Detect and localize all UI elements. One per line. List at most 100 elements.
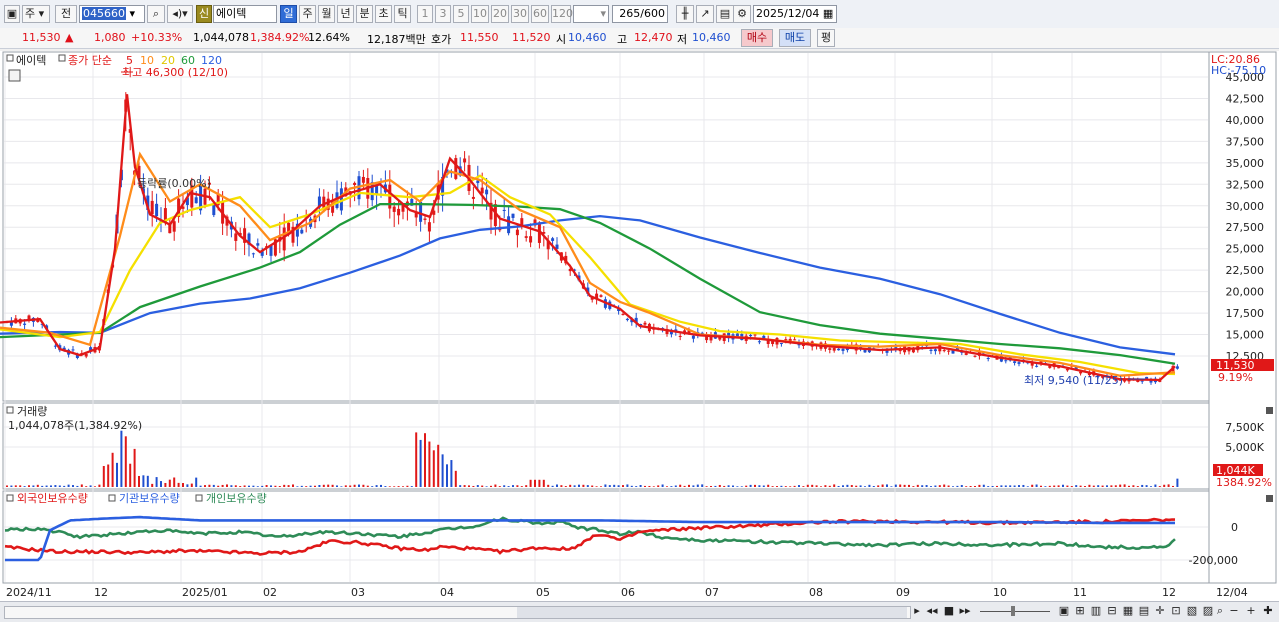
volume-bar xyxy=(94,486,96,487)
price-chart-svg[interactable]: 45,00042,50040,00037,50035,00032,50030,0… xyxy=(0,51,1279,601)
volume-bar xyxy=(811,484,814,487)
volume-bar xyxy=(133,448,136,487)
candle-body xyxy=(502,209,506,211)
stock-code-input[interactable]: 045660 ▾ xyxy=(79,5,145,23)
candle-body xyxy=(511,213,515,218)
zoom-search-icon[interactable]: ⌕ xyxy=(1213,604,1227,618)
candle-body xyxy=(678,335,682,337)
period-month-button[interactable]: 월 xyxy=(318,5,335,23)
settings-gear-icon[interactable]: ⚙ xyxy=(733,5,751,23)
candle-body xyxy=(476,180,480,184)
volume-bar xyxy=(138,475,140,487)
period-week-button[interactable]: 주 xyxy=(299,5,316,23)
interval-5-button[interactable]: 5 xyxy=(453,5,469,23)
table-icon[interactable]: ▤ xyxy=(1137,604,1151,618)
price-change-pct: +10.33% xyxy=(131,31,183,44)
volume-bar xyxy=(349,485,352,487)
period-tick-button[interactable]: 틱 xyxy=(394,5,411,23)
volume-bar xyxy=(701,484,704,487)
volume-bar xyxy=(428,441,431,487)
price-y-tick: 27,500 xyxy=(1226,221,1265,234)
layout-icon[interactable]: ▣ xyxy=(1057,604,1071,618)
period-minute-button[interactable]: 분 xyxy=(356,5,373,23)
period-mode-select[interactable]: 주 ▾ xyxy=(22,5,50,23)
interval-1-button[interactable]: 1 xyxy=(417,5,433,23)
volume-bar xyxy=(362,484,365,487)
current-pct-tag: 9.19% xyxy=(1218,371,1253,384)
volume-bar xyxy=(749,484,752,487)
zoom-slider[interactable] xyxy=(980,611,1050,612)
candle-body xyxy=(1004,360,1008,362)
prev-button[interactable]: 전 xyxy=(55,5,77,23)
compare-icon[interactable]: ▥ xyxy=(1089,604,1103,618)
chart-split-icon[interactable]: ⊟ xyxy=(1105,604,1119,618)
volume-bar xyxy=(309,485,312,487)
interval-10-button[interactable]: 10 xyxy=(471,5,489,23)
data-table-icon[interactable] xyxy=(8,69,21,82)
play-icon[interactable]: ▸▸ xyxy=(958,604,972,618)
fullscreen-icon[interactable]: ✚ xyxy=(1261,604,1275,618)
crosshair-icon[interactable]: ✛ xyxy=(1153,604,1167,618)
volume-bar xyxy=(1097,485,1100,487)
volume-bar xyxy=(881,484,884,487)
volume-bar xyxy=(1145,485,1148,487)
period-day-button[interactable]: 일 xyxy=(280,5,297,23)
period-year-button[interactable]: 년 xyxy=(337,5,354,23)
x-axis-label: 06 xyxy=(621,586,635,599)
drawing-tool-icon[interactable]: ↗ xyxy=(696,5,714,23)
volume-bar xyxy=(173,477,176,487)
average-button[interactable]: 평 xyxy=(817,29,835,47)
volume-bar xyxy=(824,485,827,487)
grid-icon[interactable]: ▦ xyxy=(1121,604,1135,618)
price-y-tick: 15,000 xyxy=(1226,329,1265,342)
search-icon[interactable]: ⌕ xyxy=(147,5,165,23)
ask-price: 11,550 xyxy=(460,31,499,44)
chart-type-icon[interactable]: ╫ xyxy=(676,5,694,23)
window-icon[interactable]: ▣ xyxy=(4,5,20,23)
volume-bar xyxy=(419,439,422,487)
candle-body xyxy=(23,323,27,325)
volume-bar xyxy=(894,484,897,487)
stop-icon[interactable]: ■ xyxy=(942,604,956,618)
volume-value: 1,044,078 xyxy=(193,31,249,44)
volume-bar xyxy=(265,485,268,487)
buy-button[interactable]: 매수 xyxy=(741,29,773,47)
interval-120-button[interactable]: 120 xyxy=(551,5,573,23)
volume-bar xyxy=(943,484,946,487)
candle-body xyxy=(507,216,511,234)
interval-custom-select[interactable]: ▾ xyxy=(573,5,609,23)
indicator-icon[interactable]: ⊞ xyxy=(1073,604,1087,618)
sound-icon[interactable]: ◂)▾ xyxy=(167,5,193,23)
date-input[interactable]: 2025/12/04 ▦ xyxy=(753,5,837,23)
save-icon[interactable]: ▤ xyxy=(716,5,734,23)
interval-30-button[interactable]: 30 xyxy=(511,5,529,23)
volume-bar xyxy=(89,485,92,487)
volume-bar xyxy=(507,486,510,487)
horizontal-scrollbar[interactable] xyxy=(4,606,911,619)
low-price: 10,460 xyxy=(692,31,731,44)
zoom-slider-handle[interactable] xyxy=(1011,606,1015,616)
volume-bar xyxy=(683,485,686,487)
candle-body xyxy=(529,236,533,243)
volume-bar xyxy=(102,465,105,487)
volume-bar xyxy=(934,485,937,487)
interval-3-button[interactable]: 3 xyxy=(435,5,451,23)
rewind-icon[interactable]: ◂◂ xyxy=(925,604,939,618)
print-icon[interactable]: ▧ xyxy=(1185,604,1199,618)
scrollbar-thumb[interactable] xyxy=(517,607,907,618)
x-axis-label: 12 xyxy=(1162,586,1176,599)
volume-bar xyxy=(591,485,594,487)
count-input[interactable]: 265/600 xyxy=(612,5,668,23)
scroll-right-icon[interactable]: ▸ xyxy=(910,604,924,618)
stock-name-field[interactable]: 에이텍 xyxy=(213,5,277,23)
period-second-button[interactable]: 초 xyxy=(375,5,392,23)
interval-20-button[interactable]: 20 xyxy=(491,5,509,23)
zoom-in-icon[interactable]: + xyxy=(1244,604,1258,618)
volume-bar xyxy=(98,484,101,487)
volume-ratio: 1,384.92% xyxy=(250,31,310,44)
sell-button[interactable]: 매도 xyxy=(779,29,811,47)
zoom-out-icon[interactable]: − xyxy=(1227,604,1241,618)
export-icon[interactable]: ⊡ xyxy=(1169,604,1183,618)
volume-bar xyxy=(252,485,255,487)
interval-60-button[interactable]: 60 xyxy=(531,5,549,23)
